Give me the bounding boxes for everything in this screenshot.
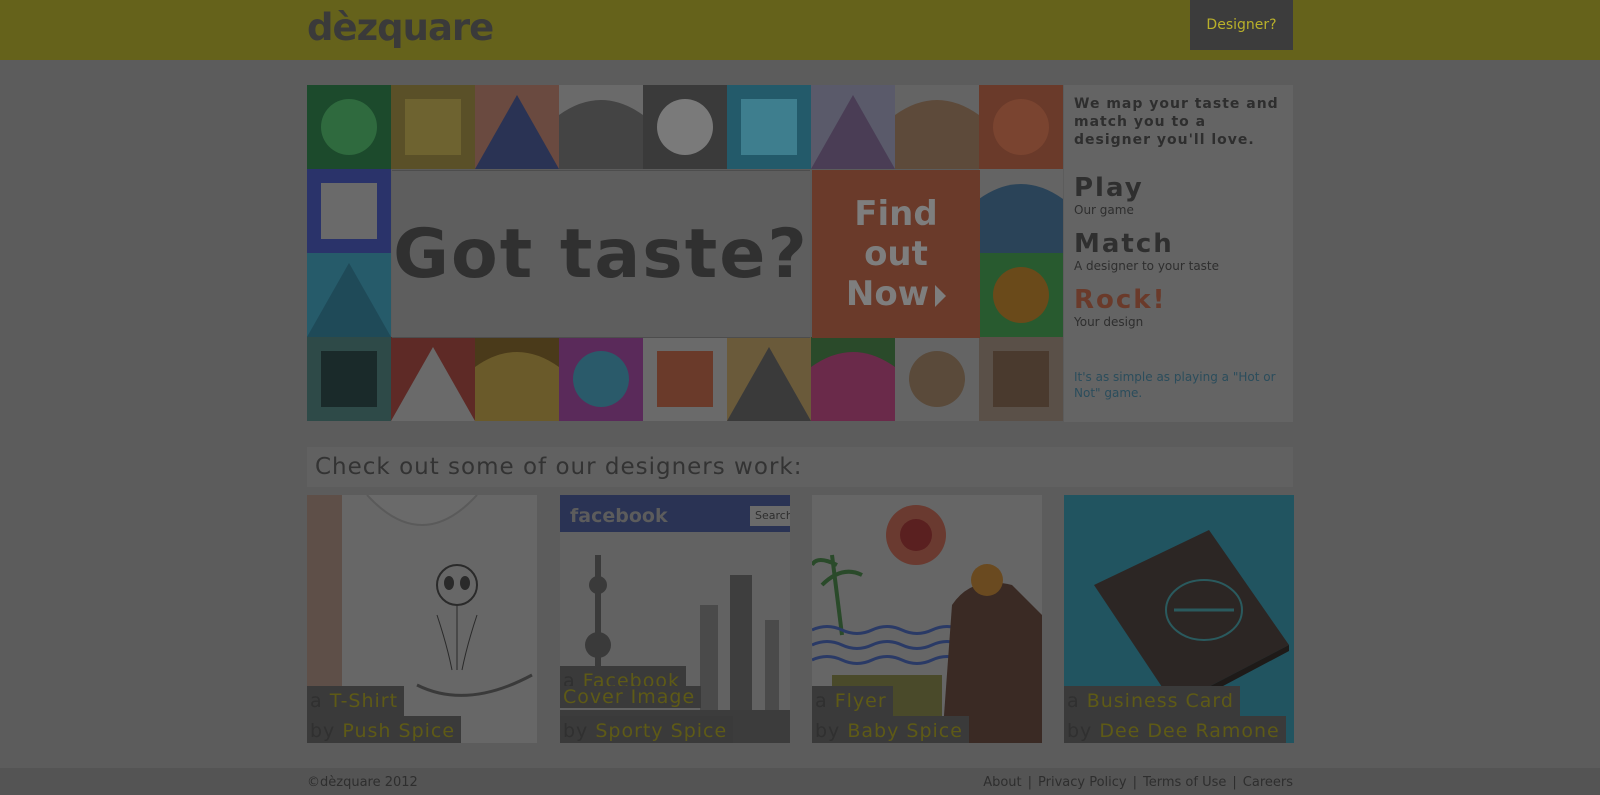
red-shoe-tile xyxy=(391,337,475,421)
footer-link-careers[interactable]: Careers xyxy=(1243,775,1293,790)
blue-swirl-tile xyxy=(307,253,391,337)
card-designer-line: by Sporty Spice xyxy=(560,716,734,743)
designer-button[interactable]: Designer? xyxy=(1190,0,1293,50)
vw-bus-tile xyxy=(307,169,391,253)
hot-or-not-link[interactable]: It's as simple as playing a "Hot or Not"… xyxy=(1074,369,1283,401)
card-designer-line: by Dee Dee Ramone xyxy=(1064,716,1286,743)
red-pattern-tile xyxy=(979,85,1063,169)
target-circles-tile xyxy=(643,337,727,421)
old-man-illustration-tile xyxy=(895,85,979,169)
designer-name[interactable]: Baby Spice xyxy=(847,720,963,742)
item-type: Business Card xyxy=(1086,690,1234,712)
footer-link-privacy[interactable]: Privacy Policy xyxy=(1038,775,1127,790)
hero-headline: Got taste? xyxy=(393,214,809,294)
step-play-title: Play xyxy=(1074,173,1144,203)
card-item-line: a T-Shirt xyxy=(307,686,405,716)
hero-collage: Got taste? Find out Now xyxy=(307,85,1064,422)
item-type: T-Shirt xyxy=(329,690,399,712)
designer-name[interactable]: Sporty Spice xyxy=(595,720,727,742)
wooden-seal-tile xyxy=(895,337,979,421)
wood-texture-tile xyxy=(391,85,475,169)
tropical-leaves-tile xyxy=(811,337,895,421)
step-rock-title: Rock! xyxy=(1074,285,1167,315)
cta-line-3-row: Now xyxy=(845,274,947,314)
card-item-line-2: Cover Image xyxy=(560,686,702,708)
cta-line-3: Now xyxy=(845,274,930,314)
site-logo[interactable]: dèzquare xyxy=(307,6,494,49)
footer-separator: | xyxy=(1232,775,1237,790)
do-letters-tile xyxy=(475,85,559,169)
purple-face-tile xyxy=(811,85,895,169)
pink-monster-tile xyxy=(559,337,643,421)
geometric-letters-tile xyxy=(559,85,643,169)
work-card-business-card[interactable]: a Business Card by Dee Dee Ramone xyxy=(1064,495,1294,743)
footer-separator: | xyxy=(1027,775,1033,790)
step-play-desc: Our game xyxy=(1074,203,1134,217)
abc-letters-tile xyxy=(727,85,811,169)
footer-link-terms[interactable]: Terms of Use xyxy=(1143,775,1226,790)
item-type: Flyer xyxy=(834,690,887,712)
work-card-facebook-cover[interactable]: facebook Search a Facebook Cover Image b… xyxy=(560,495,790,743)
top-bar: dèzquare Designer? xyxy=(0,0,1600,60)
armadillo-tile xyxy=(979,337,1063,421)
couple-silhouette-tile xyxy=(307,337,391,421)
designers-work-heading: Check out some of our designers work: xyxy=(307,447,1293,487)
golden-light-tile xyxy=(475,337,559,421)
cta-line-1: Find xyxy=(854,194,938,234)
cartoon-dog-tile xyxy=(727,337,811,421)
footer-links: About | Privacy Policy | Terms of Use | … xyxy=(983,775,1293,790)
lets-start-typography-tile xyxy=(307,85,391,169)
panel-intro: We map your taste and match you to a des… xyxy=(1074,96,1279,148)
section-title: Check out some of our designers work: xyxy=(315,454,803,480)
play-arrow-icon xyxy=(935,284,947,307)
card-designer-line: by Push Spice xyxy=(307,716,462,743)
designer-name[interactable]: Dee Dee Ramone xyxy=(1099,720,1279,742)
facebook-logo-text: facebook xyxy=(570,505,668,527)
card-item-line: a Flyer xyxy=(812,686,893,716)
find-out-now-button[interactable]: Find out Now xyxy=(812,170,980,338)
step-rock-desc: Your design xyxy=(1074,315,1144,329)
card-item-line: a Business Card xyxy=(1064,686,1240,716)
blue-figure-tile xyxy=(979,169,1063,253)
work-card-tshirt[interactable]: a T-Shirt by Push Spice xyxy=(307,495,537,743)
designer-name[interactable]: Push Spice xyxy=(342,720,455,742)
step-match-title: Match xyxy=(1074,229,1174,259)
step-match-desc: A designer to your taste xyxy=(1074,259,1220,273)
work-card-flyer[interactable]: a Flyer by Baby Spice xyxy=(812,495,1042,743)
copyright: ©dèzquare 2012 xyxy=(307,775,418,790)
facebook-search-text: Search xyxy=(755,509,790,522)
cta-line-2: out xyxy=(864,234,928,274)
footer-separator: | xyxy=(1132,775,1138,790)
footer-link-about[interactable]: About xyxy=(983,775,1021,790)
got-taste-banner: Got taste? xyxy=(392,170,810,338)
black-white-sketch-tile xyxy=(643,85,727,169)
how-it-works-panel: We map your taste and match you to a des… xyxy=(1064,85,1293,422)
card-designer-line: by Baby Spice xyxy=(812,716,969,743)
orange-fruit-tile xyxy=(979,253,1063,337)
footer: ©dèzquare 2012 About | Privacy Policy | … xyxy=(0,768,1600,795)
